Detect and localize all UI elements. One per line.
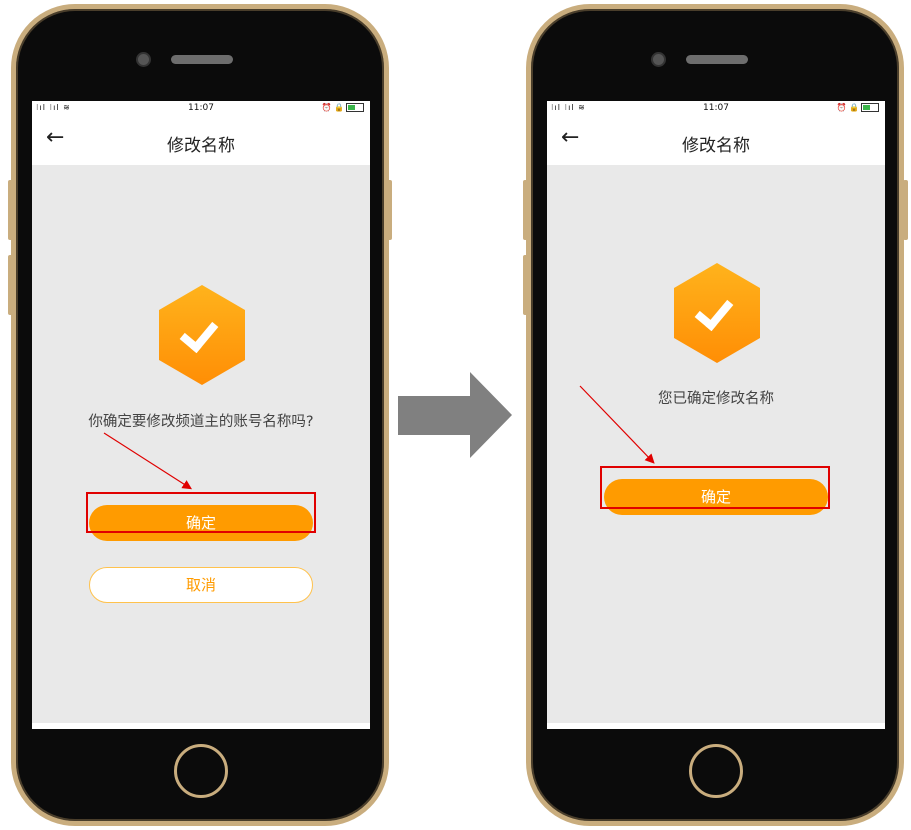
camera-icon <box>136 52 151 67</box>
screen-right: ⁝ıl ⁝ıl ≋ 11:07 ⏰ 🔒 ← 修改名称 您已确定修改名称 确定 <box>547 101 885 729</box>
side-button <box>903 180 908 240</box>
status-icons: ⏰ 🔒 <box>322 103 364 112</box>
cancel-button[interactable]: 取消 <box>89 567 313 603</box>
speaker-grille <box>686 55 748 64</box>
flow-arrow-icon <box>398 372 512 458</box>
phone-left: ⁝ıl ⁝ıl ≋ 11:07 ⏰ 🔒 ← 修改名称 你确定要修改频道主的账号名… <box>11 4 389 826</box>
camera-icon <box>651 52 666 67</box>
status-time: 11:07 <box>188 103 214 113</box>
battery-icon <box>861 103 879 112</box>
confirm-message: 你确定要修改频道主的账号名称吗? <box>88 414 314 430</box>
bottom-strip <box>547 723 885 729</box>
home-button[interactable] <box>174 744 228 798</box>
speaker-grille <box>171 55 233 64</box>
home-button[interactable] <box>689 744 743 798</box>
highlight-box-right <box>600 466 830 509</box>
side-button <box>8 255 13 315</box>
bottom-strip <box>32 723 370 729</box>
side-button <box>523 255 528 315</box>
screen-left: ⁝ıl ⁝ıl ≋ 11:07 ⏰ 🔒 ← 修改名称 你确定要修改频道主的账号名… <box>32 101 370 729</box>
checkmark-icon <box>179 312 219 354</box>
page-title: 修改名称 <box>682 136 750 156</box>
nav-bar: ← 修改名称 <box>547 117 885 165</box>
side-button <box>387 180 392 240</box>
success-message: 您已确定修改名称 <box>658 391 774 407</box>
status-bar: ⁝ıl ⁝ıl ≋ 11:07 ⏰ 🔒 <box>32 101 370 117</box>
nav-bar: ← 修改名称 <box>32 117 370 165</box>
side-button <box>523 180 528 240</box>
side-button <box>8 180 13 240</box>
phone-right: ⁝ıl ⁝ıl ≋ 11:07 ⏰ 🔒 ← 修改名称 您已确定修改名称 确定 <box>526 4 904 826</box>
success-hexagon-icon <box>159 285 245 385</box>
page-title: 修改名称 <box>167 136 235 156</box>
checkmark-icon <box>694 290 734 332</box>
success-hexagon-icon <box>674 263 760 363</box>
status-bar: ⁝ıl ⁝ıl ≋ 11:07 ⏰ 🔒 <box>547 101 885 117</box>
status-icons: ⏰ 🔒 <box>837 103 879 112</box>
highlight-box-left <box>86 492 316 533</box>
battery-icon <box>346 103 364 112</box>
status-time: 11:07 <box>703 103 729 113</box>
